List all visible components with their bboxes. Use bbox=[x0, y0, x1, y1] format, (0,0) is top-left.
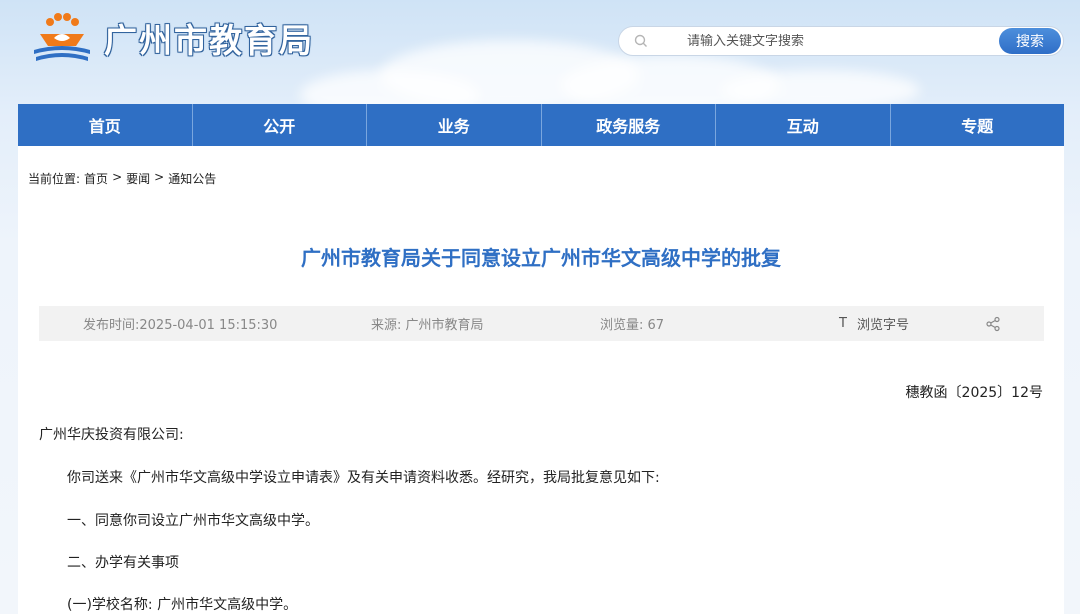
cloud-decoration bbox=[720, 70, 920, 104]
document-number: 穗教函〔2025〕12号 bbox=[905, 385, 1043, 401]
nav-item-disclosure[interactable]: 公开 bbox=[193, 104, 367, 146]
article-meta-bar: 发布时间:2025-04-01 15:15:30 来源: 广州市教育局 浏览量:… bbox=[39, 306, 1044, 341]
breadcrumb-link-news[interactable]: 要闻 bbox=[126, 170, 150, 187]
article-paragraph: 你司送来《广州市华文高级中学设立申请表》及有关申请资料收悉。经研究，我局批复意见… bbox=[67, 470, 660, 486]
font-size-icon: T bbox=[839, 316, 847, 331]
article-title: 广州市教育局关于同意设立广州市华文高级中学的批复 bbox=[301, 246, 781, 270]
search-input[interactable] bbox=[657, 33, 999, 49]
article-panel: 当前位置: 首页 > 要闻 > 通知公告 广州市教育局关于同意设立广州市华文高级… bbox=[18, 146, 1064, 614]
nav-item-business[interactable]: 业务 bbox=[367, 104, 542, 146]
nav-item-interaction[interactable]: 互动 bbox=[716, 104, 891, 146]
publish-time: 发布时间:2025-04-01 15:15:30 bbox=[83, 318, 278, 333]
nav-item-topics[interactable]: 专题 bbox=[891, 104, 1065, 146]
nav-item-home[interactable]: 首页 bbox=[18, 104, 193, 146]
share-icon[interactable] bbox=[985, 306, 1001, 341]
breadcrumb-prefix: 当前位置: bbox=[28, 172, 81, 186]
article-paragraph: 广州华庆投资有限公司: bbox=[39, 427, 184, 443]
search-icon bbox=[625, 34, 657, 48]
breadcrumb-link-notices[interactable]: 通知公告 bbox=[168, 170, 216, 187]
search-button[interactable]: 搜索 bbox=[999, 28, 1061, 54]
education-emblem-icon bbox=[30, 10, 94, 66]
article-paragraph: (一)学校名称: 广州市华文高级中学。 bbox=[67, 597, 298, 613]
font-size-label: 浏览字号 bbox=[856, 318, 909, 333]
breadcrumb-separator: > bbox=[112, 170, 123, 184]
search-bar: 搜索 bbox=[618, 26, 1064, 56]
site-title: 广州市教育局 bbox=[104, 21, 314, 60]
article-source: 来源: 广州市教育局 bbox=[371, 318, 484, 333]
article-paragraph: 一、同意你司设立广州市华文高级中学。 bbox=[67, 513, 319, 529]
view-count: 浏览量: 67 bbox=[600, 318, 665, 333]
breadcrumb-separator: > bbox=[154, 170, 165, 184]
header: 广州市教育局 搜索 bbox=[0, 0, 1080, 104]
nav-item-gov-services[interactable]: 政务服务 bbox=[542, 104, 716, 146]
article-paragraph: 二、办学有关事项 bbox=[67, 555, 179, 571]
breadcrumb: 当前位置: 首页 > 要闻 > 通知公告 bbox=[28, 170, 220, 187]
main-nav: 首页 公开 业务 政务服务 互动 专题 bbox=[18, 104, 1064, 146]
font-size-control[interactable]: T 浏览字号 bbox=[839, 306, 909, 341]
site-logo[interactable]: 广州市教育局 bbox=[30, 10, 314, 66]
breadcrumb-link-home[interactable]: 首页 bbox=[84, 170, 108, 187]
